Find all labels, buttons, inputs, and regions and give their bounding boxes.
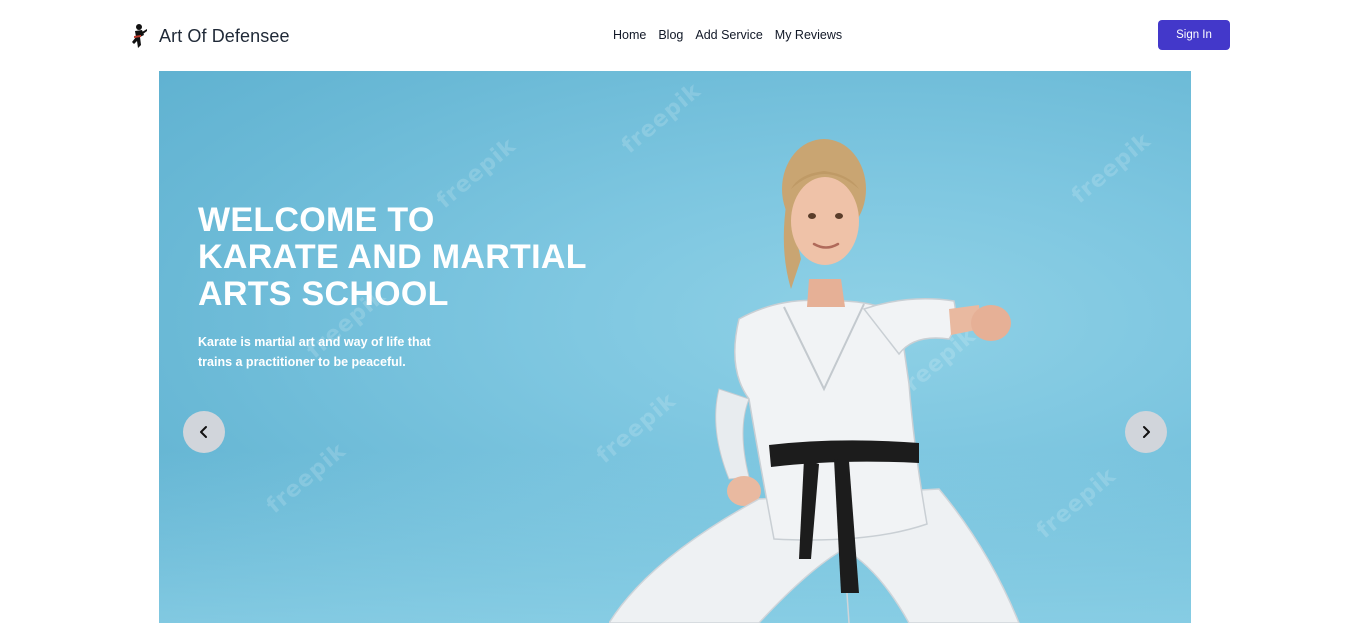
carousel-next-button[interactable]	[1125, 411, 1167, 453]
chevron-right-icon	[1143, 426, 1150, 438]
brand[interactable]: Art Of Defensee	[128, 22, 290, 50]
karate-fighter-icon	[132, 24, 147, 48]
hero-title: WELCOME TO KARATE AND MARTIAL ARTS SCHOO…	[198, 202, 618, 313]
brand-name: Art Of Defensee	[159, 25, 290, 46]
watermark-text: freepik	[1067, 128, 1157, 209]
carousel-prev-button[interactable]	[183, 411, 225, 453]
chevron-left-icon	[200, 426, 207, 438]
sign-in-button[interactable]: Sign In	[1158, 20, 1230, 50]
nav-link-home[interactable]: Home	[607, 26, 652, 44]
nav-link-blog[interactable]: Blog	[652, 26, 689, 44]
main-nav: Home Blog Add Service My Reviews	[607, 26, 848, 44]
hero-carousel: freepik freepik freepik freepik freepik …	[159, 71, 1191, 623]
nav-link-add-service[interactable]: Add Service	[689, 26, 768, 44]
hero-title-line: KARATE AND MARTIAL	[198, 238, 587, 276]
hero-title-line: ARTS SCHOOL	[198, 275, 449, 313]
hero-text-block: WELCOME TO KARATE AND MARTIAL ARTS SCHOO…	[198, 202, 618, 372]
hero-subtitle: Karate is martial art and way of life th…	[198, 335, 431, 369]
navbar: Art Of Defensee Home Blog Add Service My…	[0, 0, 1346, 71]
nav-link-my-reviews[interactable]: My Reviews	[769, 26, 848, 44]
karate-student-image	[609, 139, 1020, 623]
hero-title-line: WELCOME TO	[198, 201, 435, 239]
